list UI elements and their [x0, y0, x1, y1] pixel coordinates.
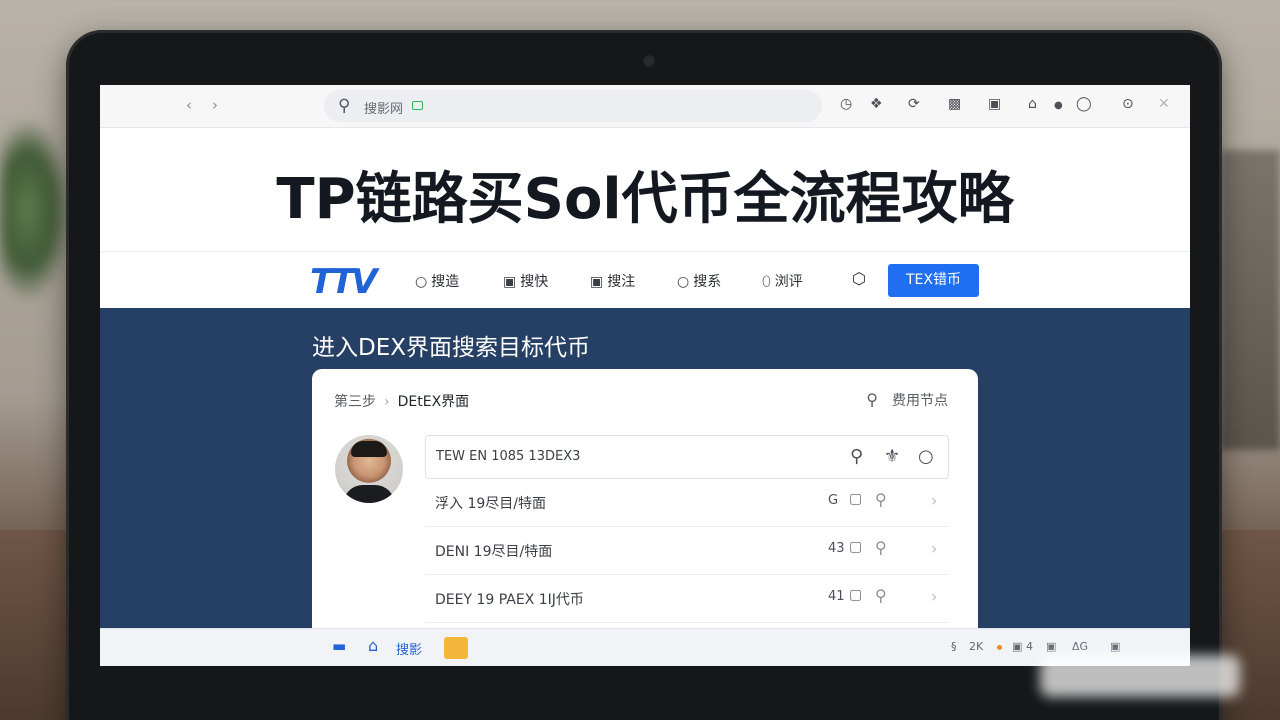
- chevron-right-icon[interactable]: ›: [931, 587, 937, 606]
- search-icon[interactable]: ⚲: [866, 390, 878, 409]
- list-item-count: 43: [828, 541, 845, 556]
- tray-item[interactable]: 2K: [969, 640, 983, 653]
- chevron-right-icon[interactable]: ›: [931, 539, 937, 558]
- notification-dot: [997, 645, 1002, 650]
- site-navigation: TTV ○ 搜造 ▣ 搜快 ▣ 搜注 ○ 搜系 ⬯ 浏评 ⬡ TEX错币: [100, 251, 1190, 308]
- breadcrumb-step[interactable]: 第三步: [334, 394, 376, 410]
- nav-item-1[interactable]: ○ 搜造: [415, 271, 459, 291]
- nav-item-label: 搜注: [607, 274, 636, 290]
- cube-icon[interactable]: ⬡: [852, 269, 866, 288]
- laptop-screen: › › ⚲ 搜影网 ◷ ❖ ⟳ ▩ ▣ ⌂ ● ◯ ⊙ ✕ TP链路买Sol代币…: [100, 85, 1190, 666]
- security-icon: [412, 101, 423, 110]
- chat-icon[interactable]: ▢: [849, 587, 862, 603]
- tray-item[interactable]: §: [951, 640, 957, 653]
- list-item-label: DEEY 19 PAEX 1Ĳ代币: [435, 592, 584, 608]
- list-item[interactable]: DEEY 19 PAEX 1Ĳ代币 41 ▢ ⚲ ›: [425, 575, 949, 623]
- nav-item-4[interactable]: ○ 搜系: [677, 271, 721, 291]
- background-plant: [0, 120, 70, 300]
- search-icon[interactable]: ⚲: [875, 586, 887, 605]
- breadcrumb-current: DEtEX界面: [397, 394, 470, 410]
- list-item-count: G: [828, 493, 839, 508]
- lock-icon[interactable]: ⚜: [884, 446, 900, 467]
- avatar-hair: [351, 441, 387, 457]
- nav-item-label: 搜系: [693, 274, 722, 290]
- tray-item[interactable]: ΔG: [1072, 640, 1088, 653]
- square-icon: ▣: [503, 274, 517, 290]
- search-icon[interactable]: ⚲: [875, 490, 887, 509]
- background-wall: [1220, 150, 1280, 450]
- circle-icon[interactable]: ○: [918, 446, 934, 467]
- back-button[interactable]: ›: [186, 96, 192, 114]
- token-search-input[interactable]: TEW EN 1085 13DEX3 ⚲ ⚜ ○: [425, 435, 949, 479]
- square-icon: ▣: [590, 274, 604, 290]
- list-item[interactable]: 浮入 19尽目/特面 G ▢ ⚲ ›: [425, 479, 949, 527]
- browser-toolbar: › › ⚲ 搜影网 ◷ ❖ ⟳ ▩ ▣ ⌂ ● ◯ ⊙ ✕: [100, 85, 1190, 128]
- home-icon[interactable]: ⌂: [1028, 96, 1037, 112]
- taskbar-search[interactable]: 搜影: [396, 639, 422, 658]
- clock-icon[interactable]: ◷: [840, 96, 852, 112]
- avatar-shirt: [343, 485, 395, 503]
- cta-button[interactable]: TEX错币: [888, 264, 979, 297]
- fee-node-link[interactable]: 费用节点: [892, 393, 948, 409]
- circle-icon: ○: [415, 274, 428, 290]
- nav-item-2[interactable]: ▣ 搜快: [503, 271, 548, 291]
- nav-item-label: 搜造: [431, 274, 460, 290]
- chevron-right-icon: ›: [384, 394, 390, 410]
- address-bar[interactable]: ⚲ 搜影网: [324, 90, 822, 122]
- tray-item[interactable]: ▣: [1012, 640, 1022, 653]
- home-icon[interactable]: ⌂: [368, 636, 378, 655]
- user-icon[interactable]: ◯: [1076, 96, 1092, 112]
- tray-item[interactable]: ▣: [1046, 640, 1056, 653]
- puzzle-icon[interactable]: ❖: [870, 96, 883, 112]
- chat-icon[interactable]: ▢: [849, 539, 862, 555]
- list-item-label: DENI 19尽目/特面: [435, 544, 553, 560]
- taskbar: ▬ ⌂ 搜影 § 2K ▣ 4 ▣ ΔG ▣: [100, 628, 1190, 666]
- close-icon[interactable]: ✕: [1158, 96, 1170, 112]
- webcam: [642, 54, 656, 68]
- breadcrumb: 第三步 › DEtEX界面: [334, 391, 469, 411]
- section-title: 进入DEX界面搜索目标代币: [312, 335, 590, 361]
- search-icon: ⚲: [338, 96, 351, 116]
- circle-icon: ○: [677, 274, 690, 290]
- dex-card: 第三步 › DEtEX界面 ⚲ 费用节点 TEW EN 1085 13DEX3 ⚲ ⚜…: [312, 369, 978, 649]
- main-section: 进入DEX界面搜索目标代币 第三步 › DEtEX界面 ⚲ 费用节点 TEW EN 1…: [100, 308, 1190, 649]
- list-item-label: 浮入 19尽目/特面: [435, 496, 546, 512]
- more-icon[interactable]: ⊙: [1122, 96, 1134, 112]
- nav-item-label: 浏评: [774, 274, 803, 290]
- pill-icon: ⬯: [762, 274, 771, 290]
- search-icon[interactable]: ⚲: [850, 446, 863, 467]
- laptop-frame: › › ⚲ 搜影网 ◷ ❖ ⟳ ▩ ▣ ⌂ ● ◯ ⊙ ✕ TP链路买Sol代币…: [66, 30, 1222, 720]
- nav-item-label: 搜快: [520, 274, 549, 290]
- avatar: [335, 435, 403, 503]
- chat-icon[interactable]: ▬: [332, 637, 346, 655]
- tray-item[interactable]: ▣: [1110, 640, 1120, 653]
- nav-item-5[interactable]: ⬯ 浏评: [762, 271, 803, 291]
- chat-icon[interactable]: ▢: [849, 491, 862, 507]
- chevron-right-icon[interactable]: ›: [931, 491, 937, 510]
- list-item-count: 41: [828, 589, 845, 604]
- refresh-icon[interactable]: ⟳: [908, 96, 920, 112]
- page-title: TP链路买Sol代币全流程攻略: [276, 167, 1014, 232]
- tray-item[interactable]: 4: [1026, 640, 1033, 653]
- forward-button[interactable]: ›: [212, 96, 218, 114]
- nav-item-3[interactable]: ▣ 搜注: [590, 271, 635, 291]
- sidebar-icon[interactable]: ▣: [988, 96, 1001, 112]
- site-logo[interactable]: TTV: [310, 262, 378, 302]
- search-value: TEW EN 1085 13DEX3: [436, 449, 581, 464]
- search-icon[interactable]: ⚲: [875, 538, 887, 557]
- title-band: TP链路买Sol代币全流程攻略: [100, 128, 1190, 251]
- address-text: 搜影网: [364, 102, 404, 117]
- dot-icon: ●: [1054, 100, 1063, 111]
- card-header-right: ⚲ 费用节点: [866, 390, 948, 410]
- reader-icon[interactable]: ▩: [948, 96, 961, 112]
- folder-icon[interactable]: [444, 637, 468, 659]
- list-item[interactable]: DENI 19尽目/特面 43 ▢ ⚲ ›: [425, 527, 949, 575]
- watermark: [1040, 655, 1240, 697]
